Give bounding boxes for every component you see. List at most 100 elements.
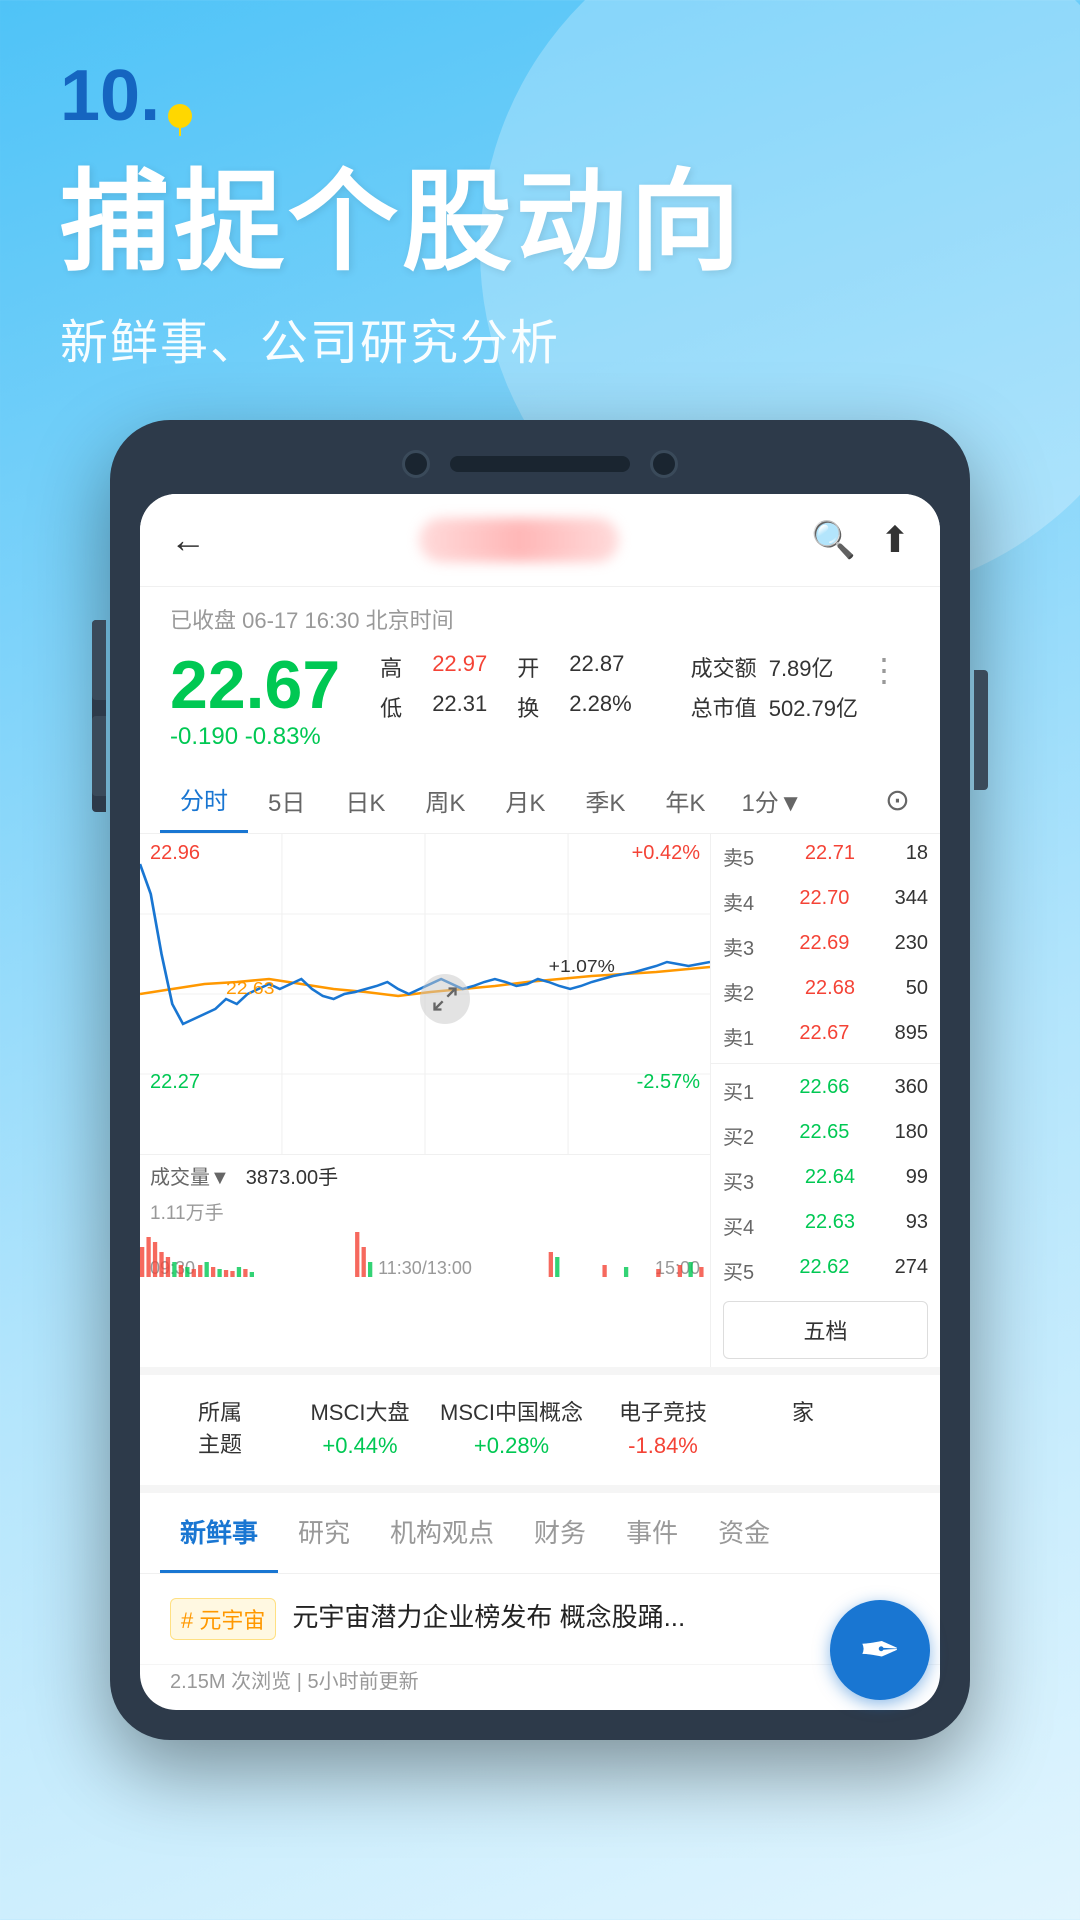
sell-5-price: 22.71: [805, 842, 855, 871]
front-sensor: [650, 450, 678, 478]
buy-2-qty: 180: [895, 1121, 928, 1150]
volume-value: 7.89亿: [769, 656, 834, 681]
news-title-1: 元宇宙潜力企业榜发布 概念股踊...: [292, 1598, 910, 1637]
volume-type-label[interactable]: 成交量▼: [150, 1161, 230, 1190]
category-msci-large[interactable]: MSCI大盘 +0.44%: [300, 1395, 420, 1465]
category-msci-china-name: MSCI中国概念: [440, 1395, 583, 1427]
stock-main-info: 22.67 -0.190 -0.83% 高 22.97 开 22.87 低 22…: [140, 643, 940, 767]
market-cap-value: 502.79亿: [769, 696, 858, 721]
stock-detail-row-1: 高 22.97 开 22.87: [380, 651, 690, 683]
buy-1-qty: 360: [895, 1076, 928, 1105]
buy-1-label: 买1: [723, 1076, 754, 1105]
tab-jik[interactable]: 季K: [565, 769, 645, 832]
stock-details: 高 22.97 开 22.87 低 22.31 换 2.28%: [380, 651, 690, 723]
category-more[interactable]: 家: [743, 1395, 863, 1465]
svg-text:+1.07%: +1.07%: [549, 956, 615, 976]
news-tab-capital[interactable]: 资金: [698, 1493, 790, 1573]
category-msci-large-name: MSCI大盘: [310, 1395, 409, 1427]
back-button[interactable]: ←: [170, 519, 206, 561]
open-value: 22.87: [569, 651, 624, 683]
category-esports-change: -1.84%: [628, 1433, 698, 1459]
sell-1-row: 卖1 22.67 895: [711, 1014, 940, 1059]
stock-name-blurred: [419, 518, 619, 562]
buy-3-row: 买3 22.64 99: [711, 1158, 940, 1203]
tab-nink[interactable]: 年K: [645, 769, 725, 832]
sell-2-qty: 50: [906, 977, 928, 1006]
volume-value-display: 3873.00手: [246, 1161, 338, 1190]
order-book: 卖5 22.71 18 卖4 22.70 344 卖3 22.69 230 卖2…: [710, 834, 940, 1367]
buy-4-price: 22.63: [805, 1211, 855, 1240]
stock-price: 22.67: [170, 651, 340, 719]
volume-label-row: 成交量▼ 3873.00手: [140, 1155, 710, 1196]
order-divider: [711, 1063, 940, 1064]
news-tab-research[interactable]: 研究: [278, 1493, 370, 1573]
market-cap-label: 总市值: [691, 696, 757, 721]
chart-svg-area: 22.96 +0.42% 22.27 -2.57%: [140, 834, 710, 1154]
buy-5-qty: 274: [895, 1256, 928, 1285]
tab-yuek[interactable]: 月K: [485, 769, 565, 832]
buy-3-qty: 99: [906, 1166, 928, 1195]
chart-pct-bottom-right: -2.57%: [637, 1071, 700, 1094]
buy-3-price: 22.64: [805, 1166, 855, 1195]
news-tab-events[interactable]: 事件: [606, 1493, 698, 1573]
sell-3-qty: 230: [895, 932, 928, 961]
side-button-right: [974, 670, 988, 790]
tab-1min[interactable]: 1分▼: [725, 769, 818, 832]
low-value: 22.31: [432, 691, 487, 723]
volume-area: 成交量▼ 3873.00手 1.11万手: [140, 1154, 710, 1254]
search-icon[interactable]: 🔍: [811, 519, 856, 561]
expand-icon[interactable]: [420, 974, 470, 1024]
chart-high-price: 22.96: [150, 842, 200, 865]
write-fab[interactable]: ✒: [830, 1600, 930, 1700]
tab-rik[interactable]: 日K: [325, 769, 405, 832]
chart-tabs: 分时 5日 日K 周K 月K 季K 年K 1分▼ ⊙: [140, 767, 940, 834]
category-section: 所属 主题 MSCI大盘 +0.44% MSCI中国概念 +0.28% 电子竞技…: [140, 1367, 940, 1485]
tab-5ri[interactable]: 5日: [248, 769, 325, 832]
tab-fenshi[interactable]: 分时: [160, 767, 248, 833]
category-msci-china-change: +0.28%: [474, 1433, 549, 1459]
open-label: 开: [517, 651, 539, 683]
sell-1-label: 卖1: [723, 1022, 754, 1051]
target-icon[interactable]: ⊙: [875, 773, 920, 828]
tab-zhouk[interactable]: 周K: [405, 769, 485, 832]
sell-4-row: 卖4 22.70 344: [711, 879, 940, 924]
low-label: 低: [380, 691, 402, 723]
category-more-name: 家: [792, 1395, 814, 1427]
svg-text:22.63: 22.63: [226, 978, 274, 998]
high-value: 22.97: [432, 651, 487, 683]
sell-2-row: 卖2 22.68 50: [711, 969, 940, 1014]
news-item-1[interactable]: # 元宇宙 元宇宙潜力企业榜发布 概念股踊...: [140, 1574, 940, 1665]
category-msci-large-change: +0.44%: [322, 1433, 397, 1459]
sell-5-label: 卖5: [723, 842, 754, 871]
news-tabs: 新鲜事 研究 机构观点 财务 事件 资金: [140, 1485, 940, 1574]
logo-text: 10.: [60, 60, 160, 132]
sell-2-label: 卖2: [723, 977, 754, 1006]
sell-4-label: 卖4: [723, 887, 754, 916]
category-esports[interactable]: 电子竞技 -1.84%: [603, 1395, 723, 1465]
news-tab-fresh[interactable]: 新鲜事: [160, 1493, 278, 1573]
more-button[interactable]: ⋮: [858, 651, 910, 689]
sell-5-qty: 18: [906, 842, 928, 871]
news-tab-institution[interactable]: 机构观点: [370, 1493, 514, 1573]
stock-status: 已收盘 06-17 16:30 北京时间: [140, 587, 940, 643]
category-msci-china[interactable]: MSCI中国概念 +0.28%: [440, 1395, 583, 1465]
news-tab-finance[interactable]: 财务: [514, 1493, 606, 1573]
sell-3-price: 22.69: [799, 932, 849, 961]
chart-low-price: 22.27: [150, 1071, 200, 1094]
stock-change: -0.190 -0.83%: [170, 723, 340, 751]
category-theme[interactable]: 所属 主题: [160, 1395, 280, 1465]
stock-detail-row-2: 低 22.31 换 2.28%: [380, 691, 690, 723]
sub-headline: 新鲜事、公司研究分析: [60, 303, 1020, 373]
chart-container: 22.96 +0.42% 22.27 -2.57%: [140, 834, 940, 1367]
buy-4-label: 买4: [723, 1211, 754, 1240]
volume-label: 成交额: [691, 656, 757, 681]
buy-1-row: 买1 22.66 360: [711, 1068, 940, 1113]
high-label: 高: [380, 651, 402, 683]
news-meta-1: 2.15M 次浏览 | 5小时前更新: [140, 1665, 940, 1710]
share-icon[interactable]: ⬆: [880, 519, 910, 561]
stock-title-area: [226, 518, 811, 562]
logo-dot: [168, 104, 192, 128]
five-tier-button[interactable]: 五档: [723, 1301, 928, 1359]
phone-notch: [140, 450, 940, 478]
header-icons: 🔍 ⬆: [811, 519, 910, 561]
